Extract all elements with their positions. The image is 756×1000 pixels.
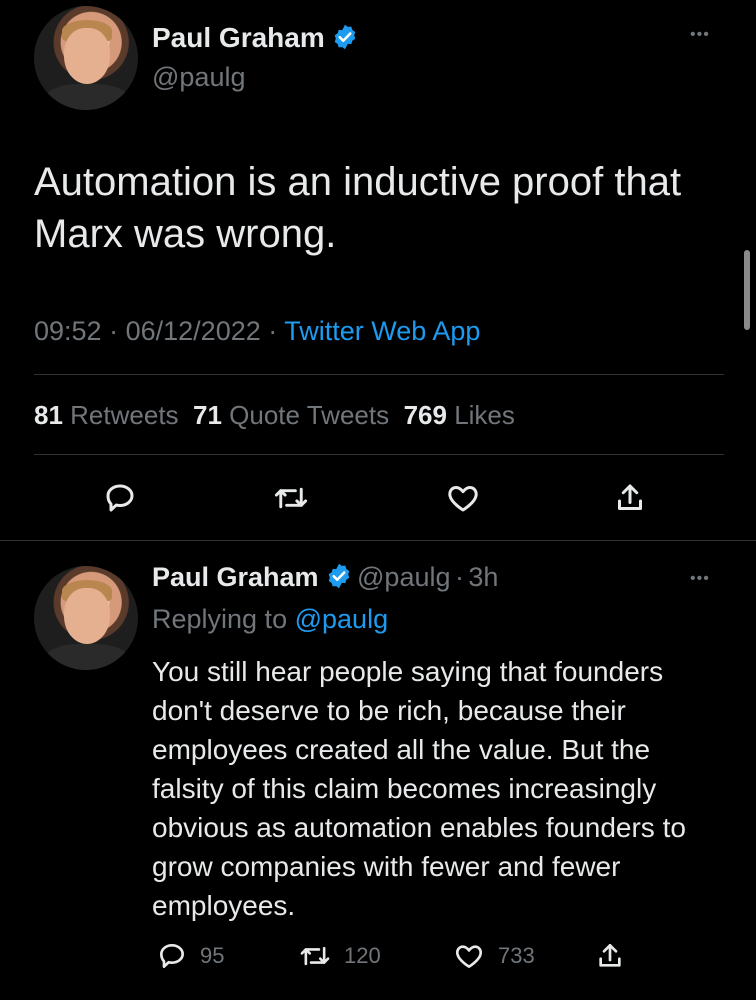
reply-count: 95 <box>200 943 225 968</box>
avatar-shirt <box>44 84 130 110</box>
retweets-stat[interactable]: 81 Retweets <box>34 400 179 430</box>
divider <box>34 374 724 375</box>
reply-author-row: Paul Graham @paulg · 3h <box>152 562 498 593</box>
main-tweet-stats: 81 Retweets 71 Quote Tweets 769 Likes <box>34 400 515 431</box>
share-icon <box>599 944 621 967</box>
scrollbar[interactable] <box>744 250 750 330</box>
tweet-source[interactable]: Twitter Web App <box>284 316 480 346</box>
retweet-count: 120 <box>344 943 381 968</box>
main-author-row: Paul Graham <box>152 22 359 54</box>
verified-badge-icon <box>328 563 349 589</box>
tweet-date: 06/12/2022 <box>125 316 261 346</box>
verified-badge-icon <box>334 24 356 50</box>
separator-dot: · <box>454 562 464 592</box>
replying-to-link[interactable]: @paulg <box>295 604 388 634</box>
like-count: 733 <box>498 943 535 968</box>
quotes-stat[interactable]: 71 Quote Tweets <box>193 400 389 430</box>
likes-count: 769 <box>403 400 447 430</box>
reply-reply-button[interactable]: 95 <box>156 940 224 972</box>
likes-stat[interactable]: 769 Likes <box>404 400 515 430</box>
main-tweet-meta: 09:52 · 06/12/2022 · Twitter Web App <box>34 316 480 347</box>
tweet-time: 09:52 <box>34 316 102 346</box>
divider <box>0 540 756 541</box>
reply-avatar[interactable] <box>34 566 138 670</box>
retweets-label: Retweets <box>70 400 179 430</box>
quotes-label: Quote Tweets <box>229 400 390 430</box>
reply-retweet-button[interactable]: 120 <box>298 940 381 972</box>
reply-button[interactable] <box>102 480 138 516</box>
main-author-name[interactable]: Paul Graham <box>152 22 325 53</box>
separator-dot: · <box>109 316 119 346</box>
replying-prefix: Replying to <box>152 604 288 634</box>
separator-dot: · <box>268 316 278 346</box>
retweet-icon <box>274 487 308 509</box>
avatar-face <box>64 588 110 644</box>
reply-icon <box>106 484 134 512</box>
avatar-shirt <box>44 644 130 670</box>
quotes-count: 71 <box>193 400 222 430</box>
replying-to: Replying to @paulg <box>152 604 388 635</box>
retweet-button[interactable] <box>272 480 310 516</box>
reply-like-button[interactable]: 733 <box>452 940 535 972</box>
avatar-face <box>64 28 110 84</box>
main-tweet-text: Automation is an inductive proof that Ma… <box>34 160 682 256</box>
retweets-count: 81 <box>34 400 63 430</box>
reply-author-name[interactable]: Paul Graham <box>152 562 319 592</box>
divider <box>34 454 724 455</box>
more-options-icon[interactable]: ••• <box>690 570 710 588</box>
share-button[interactable] <box>612 480 648 516</box>
share-icon <box>618 484 642 510</box>
main-avatar[interactable] <box>34 6 138 110</box>
retweet-icon <box>300 946 330 966</box>
reply-handle[interactable]: @paulg <box>357 562 450 592</box>
reply-tweet-text: You still hear people saying that founde… <box>152 656 686 921</box>
like-button[interactable] <box>444 480 482 516</box>
heart-icon <box>448 486 478 512</box>
likes-label: Likes <box>454 400 515 430</box>
main-handle[interactable]: @paulg <box>152 62 245 93</box>
reply-age: 3h <box>468 562 499 592</box>
more-options-icon[interactable]: ••• <box>690 26 710 44</box>
heart-icon <box>455 945 483 968</box>
reply-icon <box>160 944 184 968</box>
reply-share-button[interactable] <box>594 940 626 977</box>
